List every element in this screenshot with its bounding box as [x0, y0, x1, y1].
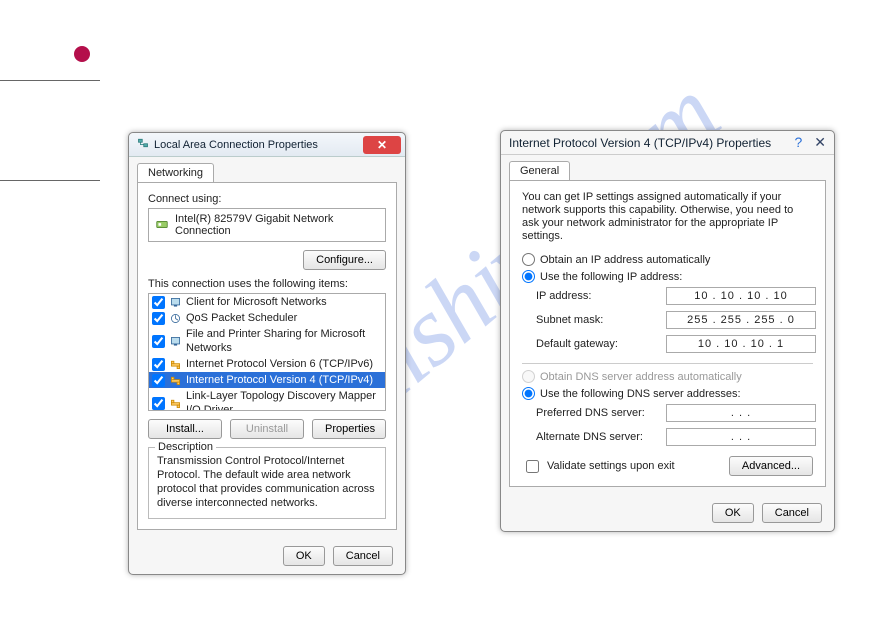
- radio-auto-dns-input: [522, 370, 535, 383]
- intro-text: You can get IP settings assigned automat…: [522, 191, 813, 243]
- cancel-button[interactable]: Cancel: [762, 503, 822, 523]
- subnet-mask-field[interactable]: 255 . 255 . 255 . 0: [666, 311, 816, 329]
- client-icon: [169, 296, 182, 309]
- bullet-icon: [74, 46, 90, 62]
- list-item[interactable]: File and Printer Sharing for Microsoft N…: [149, 326, 385, 356]
- divider: [0, 80, 100, 81]
- divider: [522, 363, 813, 364]
- tab-general[interactable]: General: [509, 161, 570, 180]
- divider: [0, 180, 100, 181]
- window-title: Internet Protocol Version 4 (TCP/IPv4) P…: [509, 136, 771, 150]
- radio-static-ip-input[interactable]: [522, 270, 535, 283]
- alternate-dns-label: Alternate DNS server:: [536, 431, 666, 443]
- item-checkbox[interactable]: [152, 397, 165, 410]
- dialog-footer: OK Cancel: [129, 538, 405, 574]
- radio-static-dns[interactable]: Use the following DNS server addresses:: [522, 387, 813, 400]
- advanced-button[interactable]: Advanced...: [729, 456, 813, 476]
- item-label: QoS Packet Scheduler: [186, 311, 297, 325]
- radio-auto-ip-input[interactable]: [522, 253, 535, 266]
- tab-networking[interactable]: Networking: [137, 163, 214, 182]
- ip-address-label: IP address:: [536, 290, 666, 302]
- network-items-list[interactable]: Client for Microsoft Networks QoS Packet …: [148, 293, 386, 411]
- description-text: Transmission Control Protocol/Internet P…: [157, 455, 375, 509]
- item-checkbox[interactable]: [152, 312, 165, 325]
- radio-auto-ip[interactable]: Obtain an IP address automatically: [522, 253, 813, 266]
- item-checkbox[interactable]: [152, 358, 165, 371]
- list-item[interactable]: Internet Protocol Version 6 (TCP/IPv6): [149, 356, 385, 372]
- item-label: File and Printer Sharing for Microsoft N…: [186, 327, 382, 355]
- ip-address-field[interactable]: 10 . 10 . 10 . 10: [666, 287, 816, 305]
- preferred-dns-field[interactable]: . . .: [666, 404, 816, 422]
- radio-auto-dns: Obtain DNS server address automatically: [522, 370, 813, 383]
- item-checkbox[interactable]: [152, 335, 165, 348]
- item-label: Client for Microsoft Networks: [186, 295, 327, 309]
- item-checkbox[interactable]: [152, 374, 165, 387]
- install-button[interactable]: Install...: [148, 419, 222, 439]
- qos-icon: [169, 312, 182, 325]
- configure-button[interactable]: Configure...: [303, 250, 386, 270]
- item-label: Internet Protocol Version 4 (TCP/IPv4): [186, 373, 373, 387]
- preferred-dns-label: Preferred DNS server:: [536, 407, 666, 419]
- ipv4-properties-dialog: Internet Protocol Version 4 (TCP/IPv4) P…: [500, 130, 835, 532]
- list-item[interactable]: Internet Protocol Version 4 (TCP/IPv4): [149, 372, 385, 388]
- adapter-box[interactable]: Intel(R) 82579V Gigabit Network Connecti…: [148, 208, 386, 242]
- close-icon[interactable]: ✕: [814, 134, 826, 151]
- validate-checkbox-input[interactable]: [526, 460, 539, 473]
- description-box: Description Transmission Control Protoco…: [148, 447, 386, 519]
- dialog-footer: OK Cancel: [501, 495, 834, 531]
- close-button[interactable]: ✕: [363, 136, 401, 154]
- tabs: Networking: [129, 157, 405, 182]
- alternate-dns-field[interactable]: . . .: [666, 428, 816, 446]
- adapter-icon: [155, 217, 169, 234]
- list-item[interactable]: QoS Packet Scheduler: [149, 310, 385, 326]
- ok-button[interactable]: OK: [283, 546, 325, 566]
- titlebar: Internet Protocol Version 4 (TCP/IPv4) P…: [501, 131, 834, 155]
- properties-button[interactable]: Properties: [312, 419, 386, 439]
- titlebar: Local Area Connection Properties ✕: [129, 133, 405, 157]
- subnet-mask-label: Subnet mask:: [536, 314, 666, 326]
- list-item[interactable]: Link-Layer Topology Discovery Mapper I/O…: [149, 388, 385, 411]
- radio-static-ip[interactable]: Use the following IP address:: [522, 270, 813, 283]
- default-gateway-label: Default gateway:: [536, 338, 666, 350]
- proto-icon: [169, 358, 182, 371]
- help-icon[interactable]: ?: [794, 134, 802, 151]
- list-item[interactable]: Client for Microsoft Networks: [149, 294, 385, 310]
- item-label: Link-Layer Topology Discovery Mapper I/O…: [186, 389, 382, 411]
- proto-icon: [169, 374, 182, 387]
- network-icon: [137, 137, 149, 152]
- adapter-name: Intel(R) 82579V Gigabit Network Connecti…: [175, 213, 379, 237]
- connection-properties-dialog: Local Area Connection Properties ✕ Netwo…: [128, 132, 406, 575]
- connect-using-label: Connect using:: [148, 193, 386, 205]
- window-title: Local Area Connection Properties: [154, 139, 318, 151]
- items-label: This connection uses the following items…: [148, 278, 386, 290]
- client-icon: [169, 335, 182, 348]
- item-checkbox[interactable]: [152, 296, 165, 309]
- ok-button[interactable]: OK: [712, 503, 754, 523]
- validate-checkbox[interactable]: Validate settings upon exit: [522, 457, 675, 476]
- description-legend: Description: [155, 440, 216, 454]
- cancel-button[interactable]: Cancel: [333, 546, 393, 566]
- uninstall-button[interactable]: Uninstall: [230, 419, 304, 439]
- tab-content: Connect using: Intel(R) 82579V Gigabit N…: [137, 182, 397, 530]
- tab-content: You can get IP settings assigned automat…: [509, 180, 826, 487]
- proto-icon: [169, 397, 182, 410]
- radio-static-dns-input[interactable]: [522, 387, 535, 400]
- item-label: Internet Protocol Version 6 (TCP/IPv6): [186, 357, 373, 371]
- tabs: General: [501, 155, 834, 180]
- default-gateway-field[interactable]: 10 . 10 . 10 . 1: [666, 335, 816, 353]
